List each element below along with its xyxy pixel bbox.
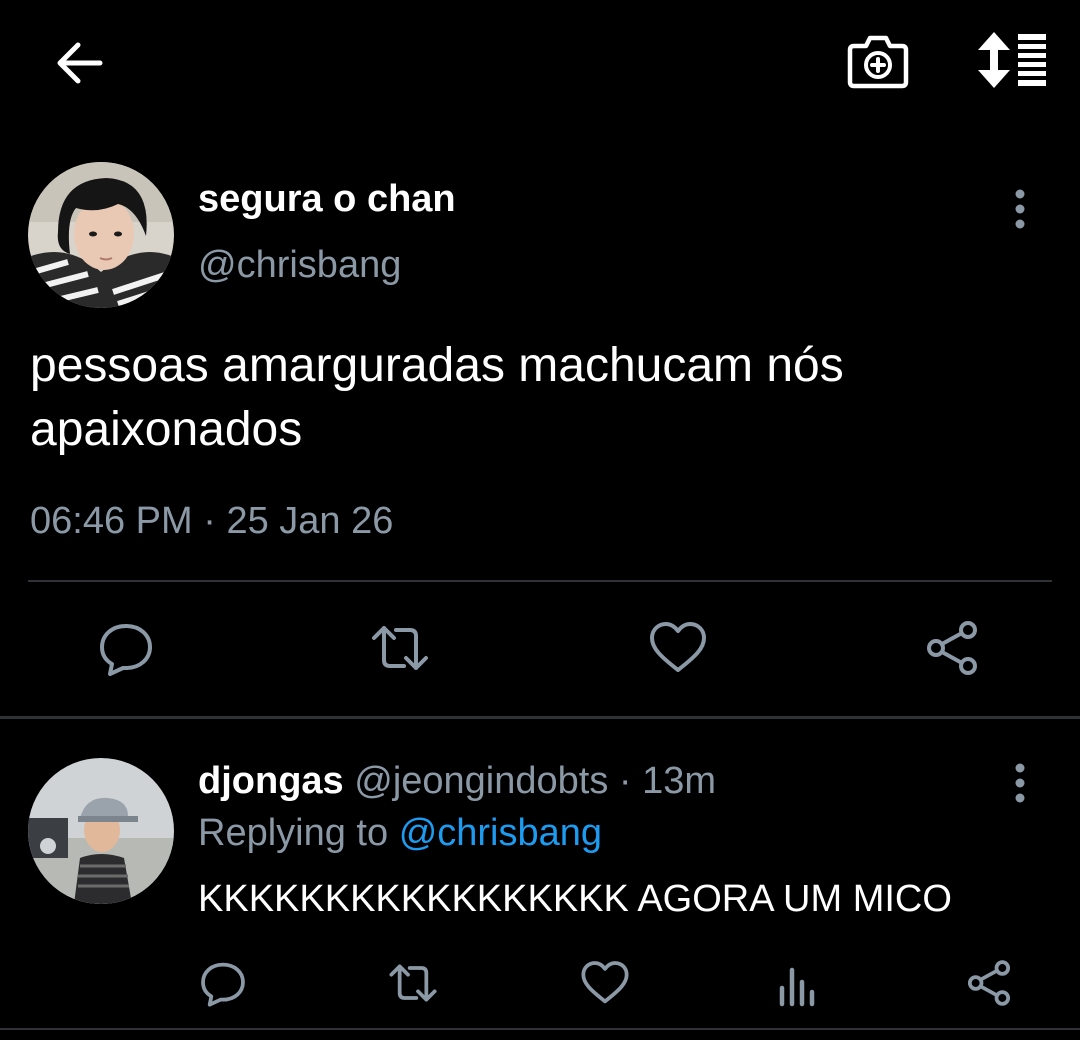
like-icon[interactable] — [580, 958, 630, 1008]
back-arrow-icon[interactable] — [52, 36, 106, 90]
reply-separator: · — [618, 760, 632, 802]
author-avatar[interactable] — [28, 162, 174, 308]
reply-text: KKKKKKKKKKKKKKKKK AGORA UM MICO — [198, 878, 952, 920]
more-options-icon[interactable] — [1004, 188, 1036, 230]
reply-author-handle[interactable]: @jeongindobts — [354, 760, 608, 802]
more-options-icon[interactable] — [1004, 762, 1036, 804]
reply-header: djongas @jeongindobts · 13m — [198, 760, 716, 803]
reply-author-name[interactable]: djongas — [198, 760, 344, 802]
divider — [0, 716, 1080, 719]
replying-to-label: Replying to — [198, 812, 389, 854]
replying-to: Replying to @chrisbang — [198, 812, 602, 855]
author-display-name[interactable]: segura o chan — [198, 178, 456, 221]
reply-author-avatar[interactable] — [28, 758, 174, 904]
author-handle[interactable]: @chrisbang — [198, 244, 401, 287]
divider — [0, 1028, 1080, 1030]
timestamp-separator: · — [203, 500, 216, 542]
reply-icon[interactable] — [96, 618, 156, 678]
reply-age: 13m — [642, 760, 717, 802]
retweet-icon[interactable] — [388, 958, 438, 1008]
stats-icon[interactable] — [772, 960, 822, 1010]
share-icon[interactable] — [964, 958, 1014, 1008]
like-icon[interactable] — [648, 618, 708, 678]
camera-plus-icon[interactable] — [846, 32, 910, 90]
tweet-date: 25 Jan 26 — [226, 500, 394, 542]
divider — [28, 580, 1052, 582]
sort-toggle-icon[interactable] — [976, 30, 1048, 90]
tweet-timestamp: 06:46 PM · 25 Jan 26 — [30, 500, 393, 543]
retweet-icon[interactable] — [370, 618, 430, 678]
reply-icon[interactable] — [198, 958, 248, 1008]
share-icon[interactable] — [922, 618, 982, 678]
replying-to-mention[interactable]: @chrisbang — [399, 812, 602, 854]
tweet-time: 06:46 PM — [30, 500, 193, 542]
tweet-text: pessoas amarguradas machucam nós apaixon… — [30, 339, 844, 456]
